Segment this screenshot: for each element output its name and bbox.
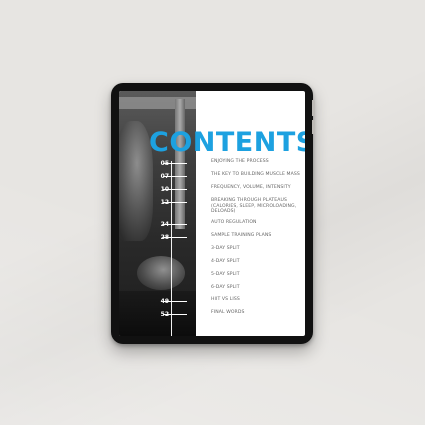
timeline-line	[171, 161, 172, 336]
tick-mark	[163, 163, 187, 164]
toc-entry: FREQUENCY, VOLUME, INTENSITY	[211, 185, 291, 190]
toc-entry: HIIT VS LISS	[211, 297, 240, 302]
page-title: CONTENTS	[149, 127, 305, 158]
power-button	[312, 100, 315, 116]
toc-entry: 5-DAY SPLIT	[211, 272, 240, 277]
tick-mark	[163, 189, 187, 190]
tick-mark	[163, 301, 187, 302]
toc-entry: THE KEY TO BUILDING MUSCLE MASS	[211, 172, 300, 177]
athlete-torso	[119, 121, 153, 241]
tick-mark	[163, 202, 187, 203]
volume-button	[312, 120, 315, 134]
tick-mark	[163, 314, 187, 315]
rack-post	[175, 99, 185, 229]
toc-entry: SAMPLE TRAINING PLANS	[211, 233, 272, 238]
tablet-screen: CONTENTS 05 07 10 12 24 28 49 52 ENJOYIN…	[119, 91, 305, 336]
toc-entry: BREAKING THROUGH PLATEAUS (CALORIES, SLE…	[211, 198, 297, 215]
tick-mark	[163, 176, 187, 177]
toc-entry: ENJOYING THE PROCESS	[211, 159, 269, 164]
tick-mark	[163, 237, 187, 238]
tick-mark	[163, 224, 187, 225]
toc-entry: 3-DAY SPLIT	[211, 246, 240, 251]
toc-entry: 4-DAY SPLIT	[211, 259, 240, 264]
toc-entry: 6-DAY SPLIT	[211, 285, 240, 290]
toc-entry: AUTO REGULATION	[211, 220, 257, 225]
athlete-knee	[137, 256, 185, 290]
tablet-device: CONTENTS 05 07 10 12 24 28 49 52 ENJOYIN…	[111, 83, 313, 344]
toc-entry: FINAL WORDS	[211, 310, 245, 315]
